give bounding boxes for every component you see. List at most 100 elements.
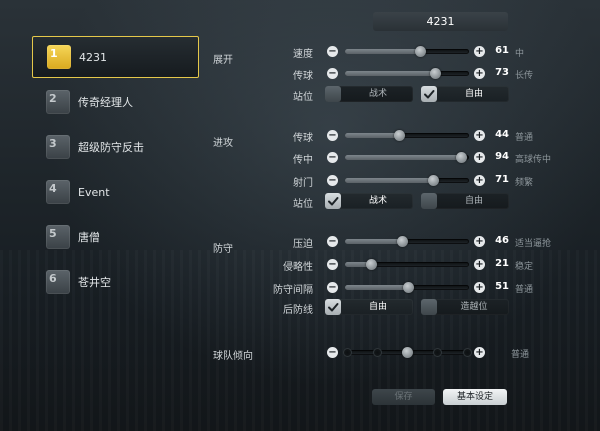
slider-track[interactable] [345, 133, 469, 138]
team-item-1[interactable]: 1 4231 [32, 36, 199, 78]
plus-icon[interactable]: + [474, 259, 485, 270]
option-label: 造越位 [460, 302, 488, 312]
slider-value: 71 [495, 174, 509, 185]
minus-icon[interactable]: − [327, 46, 338, 57]
slider-description: 中 [515, 49, 525, 59]
section-label-tendency: 球队倾向 [213, 351, 253, 362]
plus-icon[interactable]: + [474, 175, 485, 186]
slider-handle[interactable] [427, 175, 439, 186]
minus-icon[interactable]: − [327, 347, 338, 358]
slider-description: 长传 [515, 71, 534, 81]
slider-value: 44 [495, 129, 509, 140]
slider-label: 速度 [293, 49, 313, 60]
checkbox-checked-icon[interactable] [421, 86, 437, 102]
team-item-2[interactable]: 2 传奇经理人 [32, 81, 199, 123]
toggle-label: 站位 [293, 92, 313, 103]
slider-value: 21 [495, 258, 509, 269]
slider-value: 51 [495, 281, 509, 292]
slider-description: 普通 [515, 133, 534, 143]
slider-label: 传球 [293, 71, 313, 82]
option-label: 自由 [464, 89, 483, 99]
plus-icon[interactable]: + [474, 68, 485, 79]
save-button[interactable]: 保存 [372, 389, 435, 405]
checkbox-icon[interactable] [421, 193, 437, 209]
slider-track[interactable] [345, 262, 469, 267]
plus-icon[interactable]: + [474, 46, 485, 57]
slider-fill [345, 71, 436, 76]
tendency-step[interactable] [432, 348, 442, 357]
minus-icon[interactable]: − [327, 130, 338, 141]
slider-description: 适当逼抢 [515, 239, 552, 249]
slider-fill [345, 178, 434, 183]
slider-label: 侵略性 [283, 262, 313, 273]
slider-handle[interactable] [394, 130, 406, 141]
slider-fill [345, 285, 409, 290]
slider-label: 防守间隔 [273, 285, 313, 296]
slider-handle[interactable] [456, 152, 468, 163]
slider-value: 73 [495, 67, 509, 78]
team-item-6[interactable]: 6 苍井空 [32, 261, 199, 303]
plus-icon[interactable]: + [474, 347, 485, 358]
slider-value: 61 [495, 45, 509, 56]
option-toggle-b[interactable]: 自由 [421, 193, 509, 209]
slider-label: 传球 [293, 133, 313, 144]
section-label-attack: 进攻 [213, 138, 233, 149]
option-toggle-a[interactable]: 自由 [325, 299, 413, 315]
team-item-3[interactable]: 3 超级防守反击 [32, 126, 199, 168]
option-toggle-b[interactable]: 自由 [421, 86, 509, 102]
slider-handle[interactable] [365, 259, 377, 270]
basic-settings-button[interactable]: 基本设定 [443, 389, 507, 405]
slider-track[interactable] [345, 49, 469, 54]
tendency-step[interactable] [342, 348, 352, 357]
team-name: Event [78, 185, 110, 199]
team-number-badge: 1 [47, 45, 71, 69]
minus-icon[interactable]: − [327, 152, 338, 163]
toggle-label: 站位 [293, 199, 313, 210]
minus-icon[interactable]: − [327, 236, 338, 247]
option-toggle-a[interactable]: 战术 [325, 193, 413, 209]
option-toggle-a[interactable]: 战术 [325, 86, 413, 102]
minus-icon[interactable]: − [327, 259, 338, 270]
slider-label: 压迫 [293, 239, 313, 250]
toggle-label: 后防线 [283, 305, 313, 316]
slider-value: 94 [495, 151, 509, 162]
slider-description: 高球传中 [515, 155, 552, 165]
team-name: 超级防守反击 [78, 141, 144, 154]
checkbox-checked-icon[interactable] [325, 299, 341, 315]
option-toggle-b[interactable]: 造越位 [421, 299, 509, 315]
tendency-step[interactable] [372, 348, 382, 357]
tendency-handle[interactable] [401, 347, 413, 358]
checkbox-checked-icon[interactable] [325, 193, 341, 209]
slider-fill [345, 155, 462, 160]
team-number-badge: 4 [46, 180, 70, 204]
slider-track[interactable] [345, 71, 469, 76]
plus-icon[interactable]: + [474, 152, 485, 163]
slider-value: 46 [495, 235, 509, 246]
tendency-step[interactable] [462, 348, 472, 357]
formation-title: 4231 [373, 12, 508, 31]
plus-icon[interactable]: + [474, 130, 485, 141]
team-number-badge: 5 [46, 225, 70, 249]
slider-description: 稳定 [515, 262, 534, 272]
slider-label: 传中 [293, 155, 313, 166]
team-name: 传奇经理人 [78, 96, 133, 109]
slider-description: 频繁 [515, 178, 534, 188]
slider-track[interactable] [345, 155, 469, 160]
minus-icon[interactable]: − [327, 282, 338, 293]
section-label-buildup: 展开 [213, 55, 233, 66]
option-label: 战术 [368, 196, 387, 206]
slider-handle[interactable] [430, 68, 442, 79]
slider-handle[interactable] [396, 236, 408, 247]
team-item-4[interactable]: 4 Event [32, 171, 199, 213]
plus-icon[interactable]: + [474, 236, 485, 247]
minus-icon[interactable]: − [327, 175, 338, 186]
team-item-5[interactable]: 5 唐僧 [32, 216, 199, 258]
minus-icon[interactable]: − [327, 68, 338, 79]
plus-icon[interactable]: + [474, 282, 485, 293]
slider-track[interactable] [345, 178, 469, 183]
slider-handle[interactable] [402, 282, 414, 293]
checkbox-icon[interactable] [421, 299, 437, 315]
team-number-badge: 6 [46, 270, 70, 294]
checkbox-icon[interactable] [325, 86, 341, 102]
slider-handle[interactable] [415, 46, 427, 57]
